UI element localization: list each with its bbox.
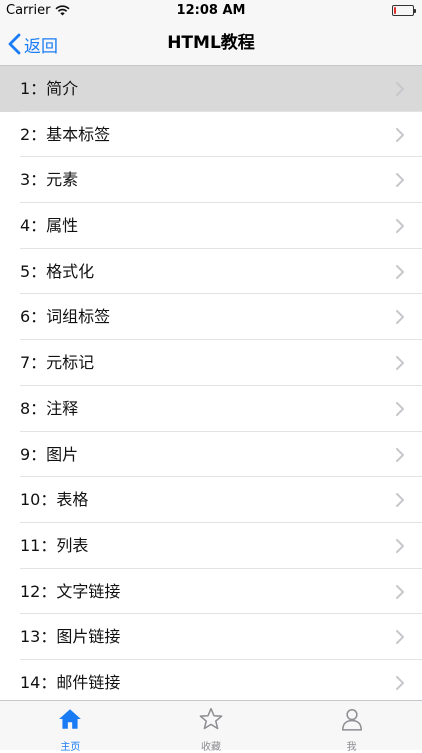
battery-level (394, 7, 396, 14)
chevron-right-icon (396, 538, 404, 553)
list-item[interactable]: 3：元素 (0, 157, 422, 204)
chevron-right-icon (396, 127, 404, 142)
list-item[interactable]: 6：词组标签 (0, 294, 422, 341)
chevron-right-icon (396, 219, 404, 234)
tab-label: 主页 (60, 742, 81, 753)
list-item[interactable]: 11：列表 (0, 522, 422, 569)
chevron-right-icon (396, 356, 404, 371)
back-button[interactable]: 返回 (8, 22, 58, 66)
navigation-bar: 返回 HTML教程 (0, 22, 422, 66)
list-item-label: 2：基本标签 (20, 124, 111, 144)
list-item-label: 6：词组标签 (20, 307, 111, 327)
list-item-label: 14：邮件链接 (20, 672, 121, 692)
list-item[interactable]: 1：简介 (0, 66, 422, 112)
list-item-label: 7：元标记 (20, 353, 95, 373)
list-item[interactable]: 9：图片 (0, 431, 422, 478)
list-item[interactable]: 4：属性 (0, 203, 422, 249)
tab-label: 我 (346, 742, 357, 753)
back-button-label: 返回 (24, 36, 58, 57)
chevron-right-icon (396, 630, 404, 645)
list-item[interactable]: 2：基本标签 (0, 111, 422, 158)
home-icon (57, 706, 83, 736)
tab-bar: 主页 收藏 我 (0, 700, 422, 753)
list-item[interactable]: 12：文字链接 (0, 568, 422, 615)
chevron-right-icon (396, 173, 404, 188)
list-item-label: 3：元素 (20, 170, 79, 190)
tab-person[interactable]: 我 (281, 701, 422, 753)
chevron-right-icon (396, 675, 404, 690)
list-item-label: 1：简介 (20, 79, 79, 98)
list-item[interactable]: 7：元标记 (0, 340, 422, 386)
star-icon (198, 706, 224, 736)
list-item-label: 5：格式化 (20, 261, 95, 281)
tab-star[interactable]: 收藏 (141, 701, 282, 753)
list-item-label: 4：属性 (20, 216, 79, 236)
tab-home[interactable]: 主页 (0, 701, 141, 753)
status-time: 12:08 AM (176, 3, 246, 18)
chevron-right-icon (396, 447, 404, 462)
list-item[interactable]: 5：格式化 (0, 248, 422, 295)
list-item-label: 9：图片 (20, 444, 79, 464)
list-item[interactable]: 10：表格 (0, 477, 422, 523)
tutorial-list[interactable]: 1：简介 2：基本标签 3：元素 4：属性 5：格式化 6：词组标签 7：元标记 8：注释 9：… (0, 66, 422, 700)
chevron-right-icon (396, 82, 404, 96)
chevron-right-icon (396, 264, 404, 279)
battery-icon (392, 5, 416, 16)
chevron-right-icon (396, 584, 404, 599)
list-item-label: 8：注释 (20, 398, 79, 418)
chevron-left-icon (8, 33, 21, 55)
page-title: HTML教程 (167, 33, 255, 53)
status-bar: Carrier 12:08 AM (0, 0, 422, 22)
list-item[interactable]: 13：图片链接 (0, 614, 422, 660)
list-item[interactable]: 14：邮件链接 (0, 659, 422, 700)
tab-label: 收藏 (201, 742, 221, 753)
list-item-label: 12：文字链接 (20, 581, 121, 601)
chevron-right-icon (396, 401, 404, 416)
list-item-label: 10：表格 (20, 490, 89, 510)
chevron-right-icon (396, 493, 404, 508)
list-item-label: 11：列表 (20, 535, 89, 555)
list-item[interactable]: 8：注释 (0, 385, 422, 432)
list-item-label: 13：图片链接 (20, 627, 121, 647)
person-icon (339, 706, 365, 736)
chevron-right-icon (396, 310, 404, 325)
